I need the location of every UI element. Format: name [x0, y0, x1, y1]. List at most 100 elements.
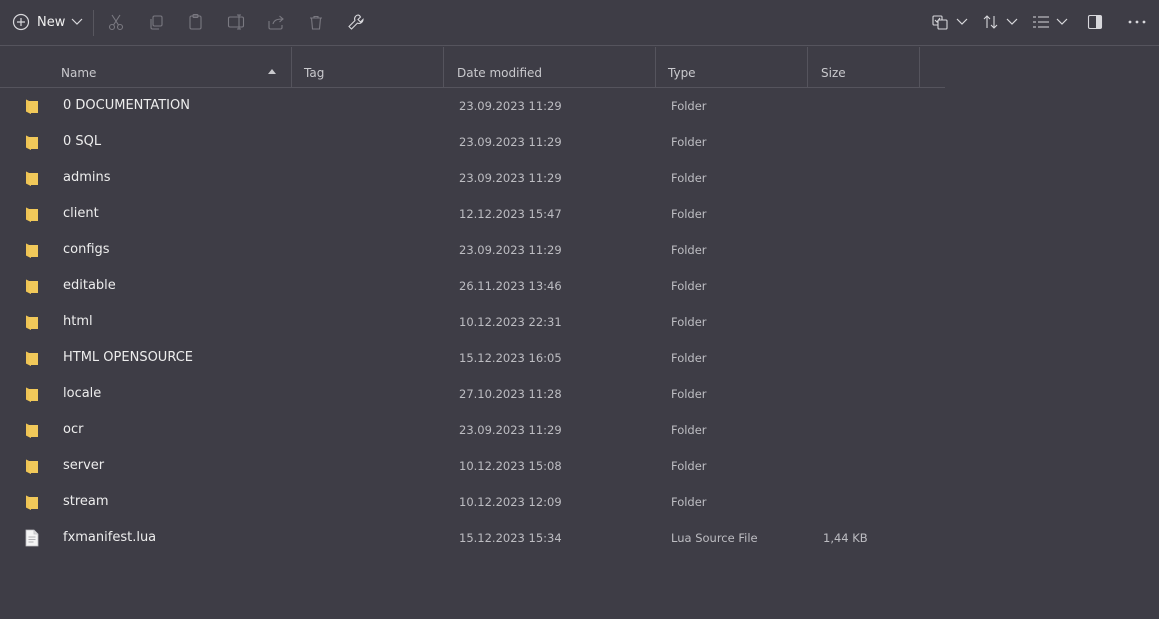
column-header-date-label: Date modified — [457, 66, 543, 80]
file-row[interactable]: 0 DOCUMENTATION 23.09.2023 11:29 Folder — [0, 88, 945, 124]
file-date-modified: 10.12.2023 12:09 — [459, 495, 562, 509]
file-name: ocr — [63, 422, 84, 437]
file-row[interactable]: fxmanifest.lua 15.12.2023 15:34 Lua Source… — [0, 520, 945, 556]
file-date-modified: 15.12.2023 15:34 — [459, 531, 562, 545]
file-name: fxmanifest.lua — [63, 530, 157, 545]
folder-icon — [25, 241, 39, 259]
column-header-size[interactable]: Size — [808, 47, 920, 87]
folder-icon — [25, 97, 39, 115]
file-name: client — [63, 206, 99, 221]
delete-button[interactable] — [306, 8, 326, 36]
file-date-modified: 12.12.2023 15:47 — [459, 207, 562, 221]
file-row[interactable]: locale 27.10.2023 11:28 Folder — [0, 376, 945, 412]
new-button-label: New — [37, 14, 66, 30]
file-type: Folder — [671, 459, 707, 473]
column-header-name[interactable]: Name — [0, 47, 292, 87]
chevron-down-icon — [71, 18, 83, 26]
column-header-type[interactable]: Type — [656, 47, 808, 87]
file-row[interactable]: html 10.12.2023 22:31 Folder — [0, 304, 945, 340]
chevron-down-icon — [956, 18, 968, 26]
file-name: admins — [63, 170, 111, 185]
file-date-modified: 10.12.2023 22:31 — [459, 315, 562, 329]
view-options-button[interactable] — [930, 8, 970, 36]
sort-button[interactable] — [980, 8, 1020, 36]
column-header-type-label: Type — [668, 66, 696, 80]
share-button[interactable] — [266, 8, 286, 36]
file-row[interactable]: admins 23.09.2023 11:29 Folder — [0, 160, 945, 196]
file-type: Folder — [671, 99, 707, 113]
file-row[interactable]: editable 26.11.2023 13:46 Folder — [0, 268, 945, 304]
file-date-modified: 23.09.2023 11:29 — [459, 423, 562, 437]
file-name: locale — [63, 386, 102, 401]
rename-button[interactable] — [226, 8, 246, 36]
column-header-tag[interactable]: Tag — [292, 47, 444, 87]
file-name: server — [63, 458, 105, 473]
file-date-modified: 10.12.2023 15:08 — [459, 459, 562, 473]
toolbar-divider — [93, 10, 94, 36]
file-type: Folder — [671, 243, 707, 257]
folder-icon — [25, 421, 39, 439]
copy-icon — [148, 14, 164, 30]
file-type: Folder — [671, 135, 707, 149]
wrench-icon — [347, 13, 365, 31]
layout-icon — [1032, 15, 1050, 29]
column-header-date[interactable]: Date modified — [444, 47, 656, 87]
file-row[interactable]: HTML OPENSOURCE 15.12.2023 16:05 Folder — [0, 340, 945, 376]
folder-icon — [25, 133, 39, 151]
file-date-modified: 27.10.2023 11:28 — [459, 387, 562, 401]
file-name: configs — [63, 242, 110, 257]
chevron-down-icon — [1006, 18, 1018, 26]
file-type: Folder — [671, 315, 707, 329]
sort-icon — [982, 14, 1000, 30]
file-date-modified: 23.09.2023 11:29 — [459, 135, 562, 149]
file-type: Folder — [671, 423, 707, 437]
folder-icon — [25, 349, 39, 367]
file-type: Folder — [671, 207, 707, 221]
file-name: 0 SQL — [63, 134, 102, 149]
folder-icon — [25, 493, 39, 511]
folder-icon — [25, 313, 39, 331]
file-date-modified: 26.11.2023 13:46 — [459, 279, 562, 293]
column-header-name-label: Name — [61, 66, 97, 80]
paste-icon — [188, 13, 204, 31]
file-name: editable — [63, 278, 116, 293]
file-date-modified: 23.09.2023 11:29 — [459, 243, 562, 257]
file-name: HTML OPENSOURCE — [63, 350, 193, 365]
file-row[interactable]: client 12.12.2023 15:47 Folder — [0, 196, 945, 232]
more-options-button[interactable] — [1126, 8, 1148, 36]
file-type: Folder — [671, 495, 707, 509]
details-pane-button[interactable] — [1085, 8, 1105, 36]
folder-icon — [25, 457, 39, 475]
properties-button[interactable] — [346, 8, 366, 36]
file-name: html — [63, 314, 93, 329]
file-row[interactable]: server 10.12.2023 15:08 Folder — [0, 448, 945, 484]
file-type: Folder — [671, 387, 707, 401]
details-pane-icon — [1087, 14, 1103, 30]
file-name: stream — [63, 494, 109, 509]
file-row[interactable]: configs 23.09.2023 11:29 Folder — [0, 232, 945, 268]
layout-button[interactable] — [1030, 8, 1070, 36]
file-size: 1,44 KB — [823, 531, 868, 545]
column-header-row: Name Tag Date modified Type Size — [0, 47, 945, 88]
plus-circle-icon — [12, 13, 30, 31]
cut-button[interactable] — [106, 8, 126, 36]
column-header-size-label: Size — [821, 66, 846, 80]
cut-icon — [108, 13, 124, 31]
file-date-modified: 23.09.2023 11:29 — [459, 99, 562, 113]
file-name: 0 DOCUMENTATION — [63, 98, 190, 113]
file-type: Folder — [671, 279, 707, 293]
copy-button[interactable] — [146, 8, 166, 36]
column-header-tag-label: Tag — [304, 66, 325, 80]
file-row[interactable]: 0 SQL 23.09.2023 11:29 Folder — [0, 124, 945, 160]
new-button[interactable]: New — [12, 8, 83, 36]
paste-button[interactable] — [186, 8, 206, 36]
delete-icon — [308, 14, 324, 31]
share-icon — [267, 14, 285, 30]
sort-ascending-icon — [268, 69, 276, 74]
folder-icon — [25, 205, 39, 223]
file-row[interactable]: stream 10.12.2023 12:09 Folder — [0, 484, 945, 520]
file-icon — [25, 529, 39, 547]
view-options-icon — [932, 14, 950, 30]
file-type: Folder — [671, 351, 707, 365]
file-row[interactable]: ocr 23.09.2023 11:29 Folder — [0, 412, 945, 448]
